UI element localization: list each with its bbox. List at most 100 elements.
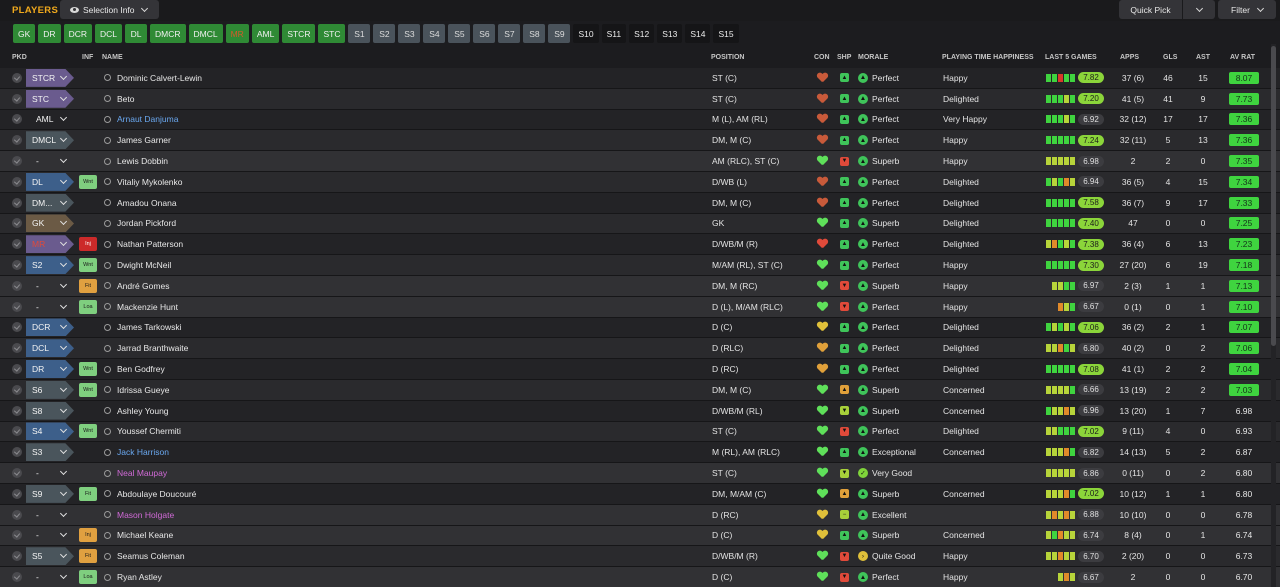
player-name-text[interactable]: James Tarkowski <box>117 322 182 332</box>
table-row[interactable]: AML Arnaut Danjuma M (L), AM (RL) ▲ ▲ Perfect… <box>0 109 1280 131</box>
slot-tag[interactable]: S4 <box>26 422 74 441</box>
position-slot-gk[interactable]: GK <box>13 24 36 43</box>
player-name[interactable]: Seamus Coleman <box>104 546 185 566</box>
table-row[interactable]: - Neal Maupay ST (C) ▼ ✓ Very Good 6.86 0 (11) 0… <box>0 463 1280 484</box>
table-row[interactable]: - Loa Ryan Astley D (C) ▼ ▲ Perfect Happy 6.67 2 0… <box>0 567 1280 587</box>
picked-checkbox[interactable] <box>12 234 22 254</box>
player-name[interactable]: Ashley Young <box>104 401 169 421</box>
player-name[interactable]: Mason Holgate <box>104 505 174 525</box>
slot-tag[interactable]: - <box>26 526 74 544</box>
table-row[interactable]: DR Wnt Ben Godfrey D (RC) ▲ ▲ Perfect Delighted… <box>0 359 1280 380</box>
slot-selector[interactable]: - <box>26 297 74 317</box>
last5-games[interactable]: 6.97 <box>1046 276 1104 296</box>
player-name-text[interactable]: James Garner <box>117 135 171 145</box>
player-name[interactable]: André Gomes <box>104 276 169 296</box>
table-row[interactable]: - Fit André Gomes DM, M (RC) ▼ ▲ Superb Happy 6.… <box>0 275 1280 297</box>
player-name[interactable]: Ben Godfrey <box>104 359 165 379</box>
picked-checkbox[interactable] <box>12 89 22 109</box>
status-badge[interactable]: Wnt <box>79 424 97 439</box>
table-row[interactable]: MR Inj Nathan Patterson D/WB/M (R) ▲ ▲ Perfect… <box>0 234 1280 256</box>
slot-selector[interactable]: S9 <box>26 484 74 504</box>
table-row[interactable]: S8 Ashley Young D/WB/M (RL) ▼ ▲ Superb Concern… <box>0 400 1280 422</box>
player-name-text[interactable]: André Gomes <box>117 281 169 291</box>
table-row[interactable]: DCR James Tarkowski D (C) ▲ ▲ Perfect Delighte… <box>0 317 1280 339</box>
last5-games[interactable]: 7.82 <box>1046 68 1104 88</box>
player-name[interactable]: Youssef Chermiti <box>104 422 181 442</box>
col-av-rat[interactable]: AV RAT <box>1230 54 1255 61</box>
table-row[interactable]: S4 Wnt Youssef Chermiti ST (C) ▼ ▲ Perfect Deli… <box>0 421 1280 443</box>
picked-checkbox[interactable] <box>12 130 22 150</box>
table-row[interactable]: - Mason Holgate D (RC) − ▲ Excellent 6.88 10 (1… <box>0 504 1280 526</box>
position-slot-s12[interactable]: S12 <box>629 24 655 43</box>
player-name-text[interactable]: Jordan Pickford <box>117 218 176 228</box>
position-slot-s14[interactable]: S14 <box>685 24 711 43</box>
picked-checkbox[interactable] <box>12 318 22 338</box>
slot-selector[interactable]: S4 <box>26 422 74 442</box>
table-row[interactable]: DCL Jarrad Branthwaite D (RLC) ▲ ▲ Perfect Del… <box>0 338 1280 360</box>
status-badge[interactable]: Fit <box>79 278 97 293</box>
picked-checkbox[interactable] <box>12 68 22 88</box>
last5-games[interactable]: 6.67 <box>1046 297 1104 317</box>
last5-games[interactable]: 7.02 <box>1046 422 1104 442</box>
picked-checkbox[interactable] <box>12 567 22 587</box>
col-apps[interactable]: APPS <box>1120 54 1139 61</box>
position-slot-s6[interactable]: S6 <box>473 24 496 43</box>
picked-checkbox[interactable] <box>12 359 22 379</box>
player-name-text[interactable]: Mackenzie Hunt <box>117 302 178 312</box>
player-name-text[interactable]: Seamus Coleman <box>117 551 185 561</box>
player-name[interactable]: Ryan Astley <box>104 567 162 587</box>
slot-tag[interactable]: S2 <box>26 256 74 275</box>
last5-games[interactable]: 7.20 <box>1046 89 1104 109</box>
last5-games[interactable]: 6.94 <box>1046 172 1104 192</box>
table-row[interactable]: STCR Dominic Calvert-Lewin ST (C) ▲ ▲ Perfect… <box>0 68 1280 89</box>
player-name[interactable]: Arnaut Danjuma <box>104 110 178 130</box>
last5-games[interactable]: 7.08 <box>1046 359 1104 379</box>
slot-tag[interactable]: DMCL <box>26 131 74 150</box>
table-row[interactable]: GK Jordan Pickford GK ▲ ▲ Superb Delighted 7.40… <box>0 213 1280 235</box>
position-slot-dmcr[interactable]: DMCR <box>150 24 186 43</box>
slot-selector[interactable]: GK <box>26 214 74 234</box>
player-name-text[interactable]: Abdoulaye Doucouré <box>117 489 196 499</box>
picked-checkbox[interactable] <box>12 151 22 171</box>
player-name[interactable]: Amadou Onana <box>104 193 177 213</box>
slot-tag[interactable]: - <box>26 464 74 482</box>
col-pkd[interactable]: PKD <box>12 54 27 61</box>
col-inf[interactable]: INF <box>82 54 93 61</box>
picked-checkbox[interactable] <box>12 505 22 525</box>
player-name-text[interactable]: Ben Godfrey <box>117 364 165 374</box>
position-slot-dmcl[interactable]: DMCL <box>188 24 223 43</box>
status-badge[interactable]: Wnt <box>79 174 97 189</box>
player-name-text[interactable]: Jarrad Branthwaite <box>117 343 188 353</box>
last5-games[interactable]: 7.38 <box>1046 234 1104 254</box>
position-slot-s5[interactable]: S5 <box>448 24 471 43</box>
slot-tag[interactable]: DR <box>26 360 74 379</box>
last5-games[interactable]: 7.40 <box>1046 214 1104 234</box>
position-slot-s13[interactable]: S13 <box>657 24 683 43</box>
slot-selector[interactable]: - <box>26 463 74 483</box>
player-name[interactable]: Lewis Dobbin <box>104 151 168 171</box>
last5-games[interactable]: 6.82 <box>1046 442 1104 462</box>
last5-games[interactable]: 6.80 <box>1046 338 1104 358</box>
player-name-text[interactable]: Vitaliy Mykolenko <box>117 177 183 187</box>
last5-games[interactable]: 7.30 <box>1046 255 1104 275</box>
position-slot-s11[interactable]: S11 <box>601 24 627 43</box>
player-name-text[interactable]: Michael Keane <box>117 530 173 540</box>
player-name-text[interactable]: Dominic Calvert-Lewin <box>117 73 202 83</box>
col-last5[interactable]: LAST 5 GAMES <box>1045 54 1097 61</box>
slot-tag[interactable]: S9 <box>26 484 74 503</box>
table-row[interactable]: S5 Fit Seamus Coleman D/WB/M (R) ▼ › Quite Goo… <box>0 546 1280 568</box>
slot-tag[interactable]: - <box>26 298 74 316</box>
player-name-text[interactable]: Idrissa Gueye <box>117 385 169 395</box>
slot-selector[interactable]: - <box>26 276 74 296</box>
player-name[interactable]: Michael Keane <box>104 526 173 546</box>
picked-checkbox[interactable] <box>12 526 22 546</box>
slot-tag[interactable]: S3 <box>26 443 74 462</box>
player-name-text[interactable]: Youssef Chermiti <box>117 426 181 436</box>
status-badge[interactable]: Inj <box>79 528 97 543</box>
player-name-text[interactable]: Ashley Young <box>117 406 169 416</box>
position-slot-dr[interactable]: DR <box>38 24 61 43</box>
slot-selector[interactable]: - <box>26 526 74 546</box>
slot-selector[interactable]: DM... <box>26 193 74 213</box>
table-row[interactable]: DM... Amadou Onana DM, M (C) ▲ ▲ Perfect Delig… <box>0 192 1280 214</box>
player-name-text[interactable]: Neal Maupay <box>117 468 167 478</box>
